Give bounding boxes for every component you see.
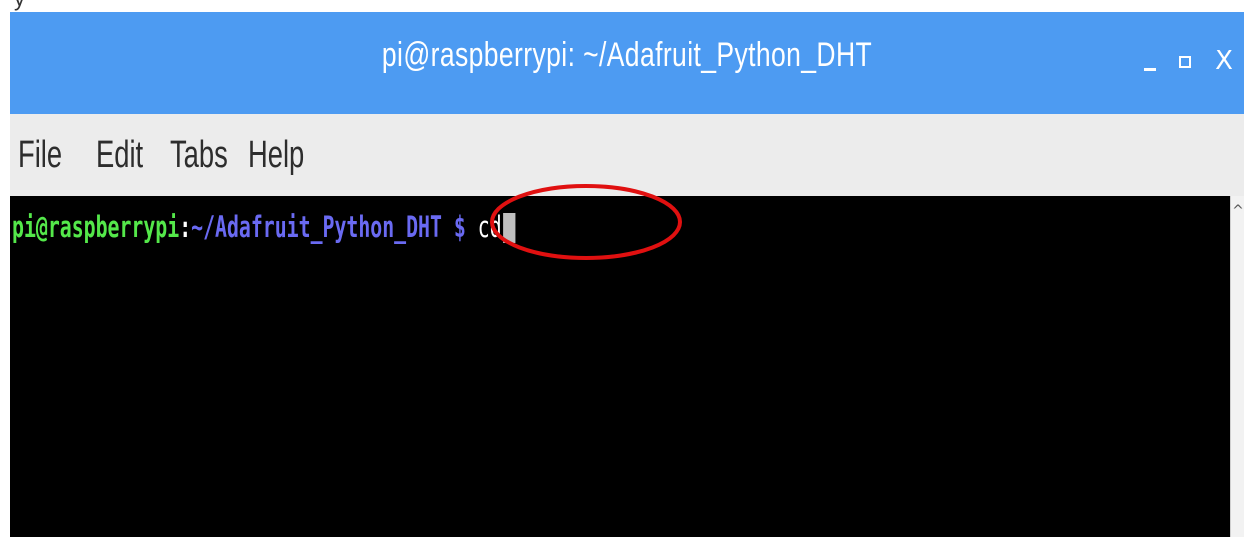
prompt-user: pi@raspberrypi: [12, 210, 180, 244]
maximize-button[interactable]: [1172, 46, 1200, 76]
background-app-strip: y: [0, 0, 1244, 12]
screenshot-stage: y pi@raspberrypi: ~/Adafruit_Python_DHT …: [0, 0, 1244, 537]
terminal-area[interactable]: pi@raspberrypi:~/Adafruit_Python_DHT $ c…: [10, 196, 1230, 537]
background-strip-text: y: [14, 0, 25, 12]
close-icon: X: [1215, 46, 1233, 76]
menu-help[interactable]: Help: [248, 134, 304, 177]
menu-edit[interactable]: Edit: [96, 134, 143, 177]
maximize-icon: [1179, 56, 1191, 68]
minimize-button[interactable]: [1136, 46, 1164, 76]
menu-tabs[interactable]: Tabs: [170, 134, 228, 177]
chevron-up-icon[interactable]: ^: [1232, 204, 1244, 218]
menu-file[interactable]: File: [18, 134, 62, 177]
minimize-icon: [1144, 68, 1156, 71]
vertical-scrollbar[interactable]: ^: [1230, 196, 1244, 537]
text-cursor: [503, 213, 516, 243]
menu-bar: File Edit Tabs Help: [10, 114, 1244, 196]
prompt-path: ~/Adafruit_Python_DHT $: [191, 210, 466, 244]
close-button[interactable]: X: [1210, 46, 1238, 76]
window-title: pi@raspberrypi: ~/Adafruit_Python_DHT: [381, 36, 873, 74]
prompt-line: pi@raspberrypi:~/Adafruit_Python_DHT $ c…: [12, 210, 516, 244]
prompt-separator: :: [179, 210, 192, 244]
terminal-window: pi@raspberrypi: ~/Adafruit_Python_DHT X …: [10, 12, 1244, 537]
title-bar[interactable]: pi@raspberrypi: ~/Adafruit_Python_DHT X: [10, 12, 1244, 114]
typed-command: cd: [465, 210, 502, 244]
